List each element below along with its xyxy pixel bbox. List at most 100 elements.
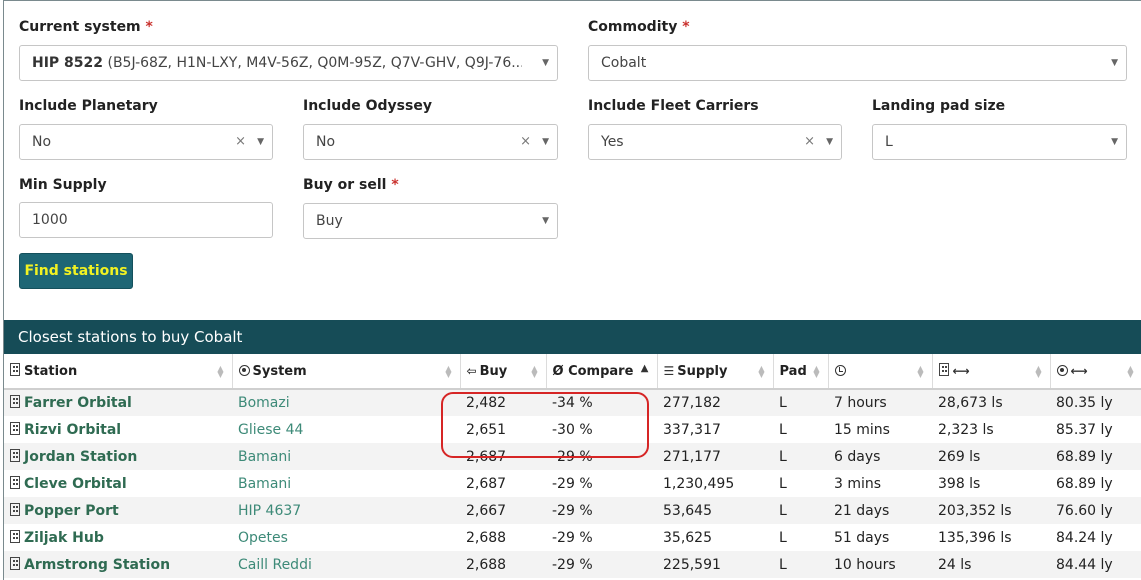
chevron-down-icon: ▼ xyxy=(1111,137,1118,147)
buy-or-sell-select[interactable]: Buy ▼ xyxy=(303,203,558,239)
system-link[interactable]: Bomazi xyxy=(238,395,290,411)
include-planetary-label: Include Planetary xyxy=(19,98,158,114)
table-row: Popper Port HIP 4637 2,667 -29 % 53,645 … xyxy=(4,497,1141,524)
commodity-label: Commodity * xyxy=(588,19,690,35)
target-icon xyxy=(238,364,250,376)
buy-price-cell: 2,651 xyxy=(460,416,546,443)
compare-cell: -30 % xyxy=(546,416,657,443)
station-icon xyxy=(10,395,20,408)
system-link[interactable]: Bamani xyxy=(238,449,291,465)
include-odyssey-label: Include Odyssey xyxy=(303,98,432,114)
column-header-pad[interactable]: Pad ▲ ▼ xyxy=(773,354,829,390)
sort-icon: ▲ ▼ xyxy=(813,364,820,379)
landing-pad-size-select[interactable]: L ▼ xyxy=(872,124,1127,160)
current-system-select[interactable]: HIP 8522 (B5J-68Z, H1N-LXY, M4V-56Z, Q0M… xyxy=(19,45,558,81)
system-distance-cell: 68.89 ly xyxy=(1050,470,1141,497)
min-supply-input[interactable]: 1000 xyxy=(19,202,273,238)
system-cell[interactable]: Bomazi xyxy=(232,389,460,416)
commodity-select[interactable]: Cobalt ▼ xyxy=(588,45,1127,81)
system-link[interactable]: Bamani xyxy=(238,476,291,492)
system-link[interactable]: Gliese 44 xyxy=(238,422,303,438)
buy-price-cell: 2,687 xyxy=(460,470,546,497)
updated-cell: 21 days xyxy=(828,497,932,524)
column-header-compare[interactable]: Ø Compare ▲ xyxy=(546,354,658,390)
include-fleet-carriers-value: Yes xyxy=(601,134,624,150)
station-cell[interactable]: Ziljak Hub xyxy=(4,524,232,551)
arrival-distance-cell: 398 ls xyxy=(932,470,1050,497)
supply-cell: 271,177 xyxy=(657,443,773,470)
compare-cell: -29 % xyxy=(546,551,657,578)
clear-icon[interactable]: × xyxy=(235,134,246,149)
landing-pad-size-label: Landing pad size xyxy=(872,98,1006,114)
include-planetary-select[interactable]: No × ▼ xyxy=(19,124,273,160)
commodity-value: Cobalt xyxy=(601,55,647,71)
station-icon xyxy=(10,448,20,462)
station-link[interactable]: Farrer Orbital xyxy=(24,395,132,411)
table-row: Rizvi Orbital Gliese 44 2,651 -30 % 337,… xyxy=(4,416,1141,443)
column-header-supply[interactable]: ☰ Supply ▲ ▼ xyxy=(657,354,774,390)
table-header-row: Station ▲ ▼ System ▲ ▼ ⇦ Buy ▲ ▼ Ø Compare ▲ ☰ Su… xyxy=(4,354,1141,390)
supply-cell: 35,625 xyxy=(657,524,773,551)
current-system-label: Current system * xyxy=(19,19,153,35)
station-cell[interactable]: Rizvi Orbital xyxy=(4,416,232,443)
system-link[interactable]: HIP 4637 xyxy=(238,503,301,519)
clear-icon[interactable]: × xyxy=(520,134,531,149)
station-cell[interactable]: Cleve Orbital xyxy=(4,470,232,497)
column-header-updated[interactable]: ▲ ▼ xyxy=(828,354,933,390)
sort-ascending-icon: ▲ xyxy=(640,363,649,374)
system-cell[interactable]: HIP 4637 xyxy=(232,497,460,524)
column-header-station[interactable]: Station ▲ ▼ xyxy=(4,354,233,390)
table-row: Armstrong Station Caill Reddi 2,688 -29 … xyxy=(4,551,1141,578)
pad-cell: L xyxy=(773,551,828,578)
column-header-system[interactable]: System ▲ ▼ xyxy=(232,354,461,390)
station-icon xyxy=(10,529,20,543)
column-header-buy[interactable]: ⇦ Buy ▲ ▼ xyxy=(460,354,547,390)
station-cell[interactable]: Farrer Orbital xyxy=(4,389,232,416)
station-link[interactable]: Popper Port xyxy=(24,503,119,519)
arrival-distance-cell: 203,352 ls xyxy=(932,497,1050,524)
table-row: Cleve Orbital Bamani 2,687 -29 % 1,230,4… xyxy=(4,470,1141,497)
system-cell[interactable]: Opetes xyxy=(232,524,460,551)
include-odyssey-select[interactable]: No × ▼ xyxy=(303,124,558,160)
station-link[interactable]: Armstrong Station xyxy=(24,557,170,573)
min-supply-value: 1000 xyxy=(32,212,68,228)
column-header-arrival-distance[interactable]: ⟷ ▲ ▼ xyxy=(932,354,1051,390)
system-distance-cell: 84.24 ly xyxy=(1050,524,1141,551)
sort-icon: ▲ ▼ xyxy=(758,364,765,379)
station-cell[interactable]: Jordan Station xyxy=(4,443,232,470)
chevron-down-icon: ▼ xyxy=(257,137,264,147)
system-link[interactable]: Caill Reddi xyxy=(238,557,312,573)
sign-in-icon: ⇦ xyxy=(466,363,477,378)
system-link[interactable]: Opetes xyxy=(238,530,288,546)
updated-cell: 6 days xyxy=(828,443,932,470)
pad-cell: L xyxy=(773,416,828,443)
system-cell[interactable]: Bamani xyxy=(232,443,460,470)
system-distance-cell: 68.89 ly xyxy=(1050,443,1141,470)
station-link[interactable]: Jordan Station xyxy=(24,449,137,465)
station-link[interactable]: Rizvi Orbital xyxy=(24,422,121,438)
station-cell[interactable]: Popper Port xyxy=(4,497,232,524)
station-cell[interactable]: Armstrong Station xyxy=(4,551,232,578)
station-icon xyxy=(10,502,20,516)
include-fleet-carriers-select[interactable]: Yes × ▼ xyxy=(588,124,842,160)
system-cell[interactable]: Caill Reddi xyxy=(232,551,460,578)
current-system-neighbors: (B5J-68Z, H1N-LXY, M4V-56Z, Q0M-95Z, Q7V… xyxy=(103,55,522,71)
station-icon xyxy=(10,363,20,376)
sort-icon: ▲ ▼ xyxy=(445,364,452,379)
sort-icon: ▲ ▼ xyxy=(1127,364,1134,379)
find-stations-button[interactable]: Find stations xyxy=(19,253,133,289)
station-icon xyxy=(10,421,20,435)
system-cell[interactable]: Gliese 44 xyxy=(232,416,460,443)
sort-icon: ▲ ▼ xyxy=(531,364,538,379)
column-header-system-distance[interactable]: ⟷ ▲ ▼ xyxy=(1050,354,1141,390)
compare-cell: -29 % xyxy=(546,524,657,551)
clear-icon[interactable]: × xyxy=(804,134,815,149)
system-cell[interactable]: Bamani xyxy=(232,470,460,497)
system-distance-cell: 76.60 ly xyxy=(1050,497,1141,524)
include-fleet-carriers-label: Include Fleet Carriers xyxy=(588,98,759,114)
pad-cell: L xyxy=(773,470,828,497)
pad-cell: L xyxy=(773,443,828,470)
station-link[interactable]: Cleve Orbital xyxy=(24,476,127,492)
page-frame: Current system * HIP 8522 (B5J-68Z, H1N-… xyxy=(3,0,1141,580)
station-link[interactable]: Ziljak Hub xyxy=(24,530,104,546)
